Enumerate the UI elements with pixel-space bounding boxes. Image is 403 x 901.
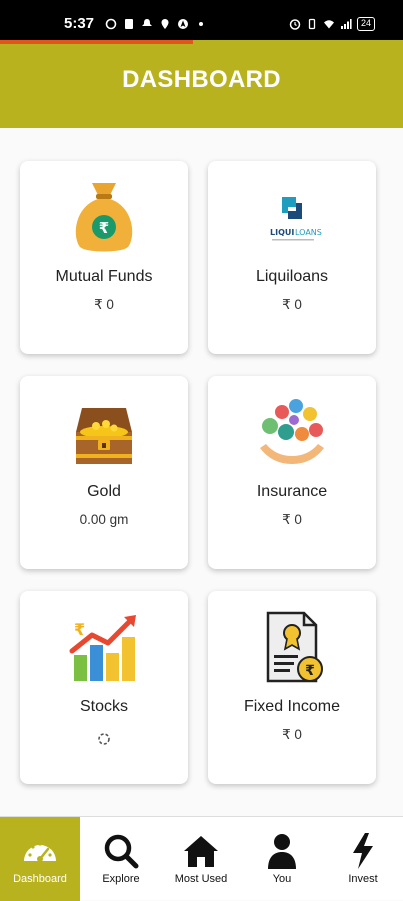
nav-label: Most Used: [174, 873, 228, 885]
logo-text-liqui: LIQUI: [270, 228, 294, 237]
location-icon: [161, 19, 169, 29]
stocks-chart-icon: ₹: [69, 615, 136, 681]
card-value: ₹ 0: [94, 297, 114, 312]
card-value: ₹ 0: [282, 297, 302, 312]
user-icon: [268, 834, 296, 869]
card-label: Fixed Income: [243, 698, 341, 715]
nav-label: Invest: [348, 873, 378, 885]
card-value: ₹ 0: [282, 512, 302, 527]
card-stocks[interactable]: ₹ Stocks: [20, 591, 188, 784]
card-gold[interactable]: Gold 0.00 gm: [20, 376, 188, 569]
nav-invest[interactable]: Invest: [323, 817, 403, 901]
money-bag-icon: ₹: [75, 183, 133, 252]
status-bar: 5:37 24: [0, 0, 403, 40]
nav-explore[interactable]: Explore: [81, 817, 161, 901]
card-fixed-income[interactable]: ₹ Fixed Income ₹ 0: [208, 591, 376, 784]
loading-spinner-icon: [98, 733, 110, 745]
document-icon: [125, 19, 133, 29]
certificate-icon: ₹: [266, 611, 323, 683]
dot-icon: [199, 22, 203, 26]
battery-indicator: 24: [356, 17, 375, 31]
svg-text:₹: ₹: [99, 219, 109, 237]
card-value: 0.00 gm: [79, 512, 129, 527]
card-value: ₹ 0: [282, 727, 302, 742]
nav-label: Explore: [102, 873, 140, 885]
search-icon: [104, 834, 139, 869]
alarm-icon: [289, 19, 301, 30]
nav-most-used[interactable]: Most Used: [161, 817, 241, 901]
wifi-icon: [323, 20, 334, 29]
sync-icon: [105, 18, 117, 30]
navigation-icon: [178, 19, 188, 29]
card-label: Mutual Funds: [55, 268, 153, 285]
nav-label: You: [272, 873, 292, 885]
card-liquiloans[interactable]: LIQUI LOANS Liquiloans ₹ 0: [208, 161, 376, 354]
card-label: Gold: [87, 483, 121, 500]
nav-you[interactable]: You: [242, 817, 322, 901]
liquiloans-logo: LIQUI LOANS: [270, 197, 322, 241]
system-icons: 24: [289, 17, 375, 31]
notification-icons: [105, 17, 207, 31]
lightning-icon: [353, 833, 373, 869]
svg-text:₹: ₹: [74, 620, 85, 639]
speedometer-icon: [24, 842, 56, 862]
insurance-hands-icon: [260, 399, 324, 464]
card-label: Liquiloans: [255, 268, 329, 285]
home-icon: [184, 836, 218, 867]
nav-dashboard[interactable]: Dashboard: [0, 817, 80, 901]
card-insurance[interactable]: Insurance ₹ 0: [208, 376, 376, 569]
logo-text-loans: LOANS: [295, 228, 322, 237]
treasure-chest-icon: [76, 408, 132, 464]
vibrate-icon: [308, 18, 316, 30]
signal-icon: [340, 19, 352, 29]
page-title: DASHBOARD: [122, 66, 281, 93]
snapchat-icon: [142, 19, 152, 26]
svg-text:₹: ₹: [305, 663, 315, 679]
bottom-navigation: Dashboard Explore Most Used You Invest: [0, 816, 403, 901]
app-header: DASHBOARD: [0, 44, 403, 128]
card-label: Insurance: [256, 483, 328, 500]
card-label: Stocks: [79, 698, 128, 715]
nav-label: Dashboard: [13, 873, 67, 885]
status-time: 5:37: [64, 15, 95, 32]
card-mutual-funds[interactable]: ₹ Mutual Funds ₹ 0: [20, 161, 188, 354]
